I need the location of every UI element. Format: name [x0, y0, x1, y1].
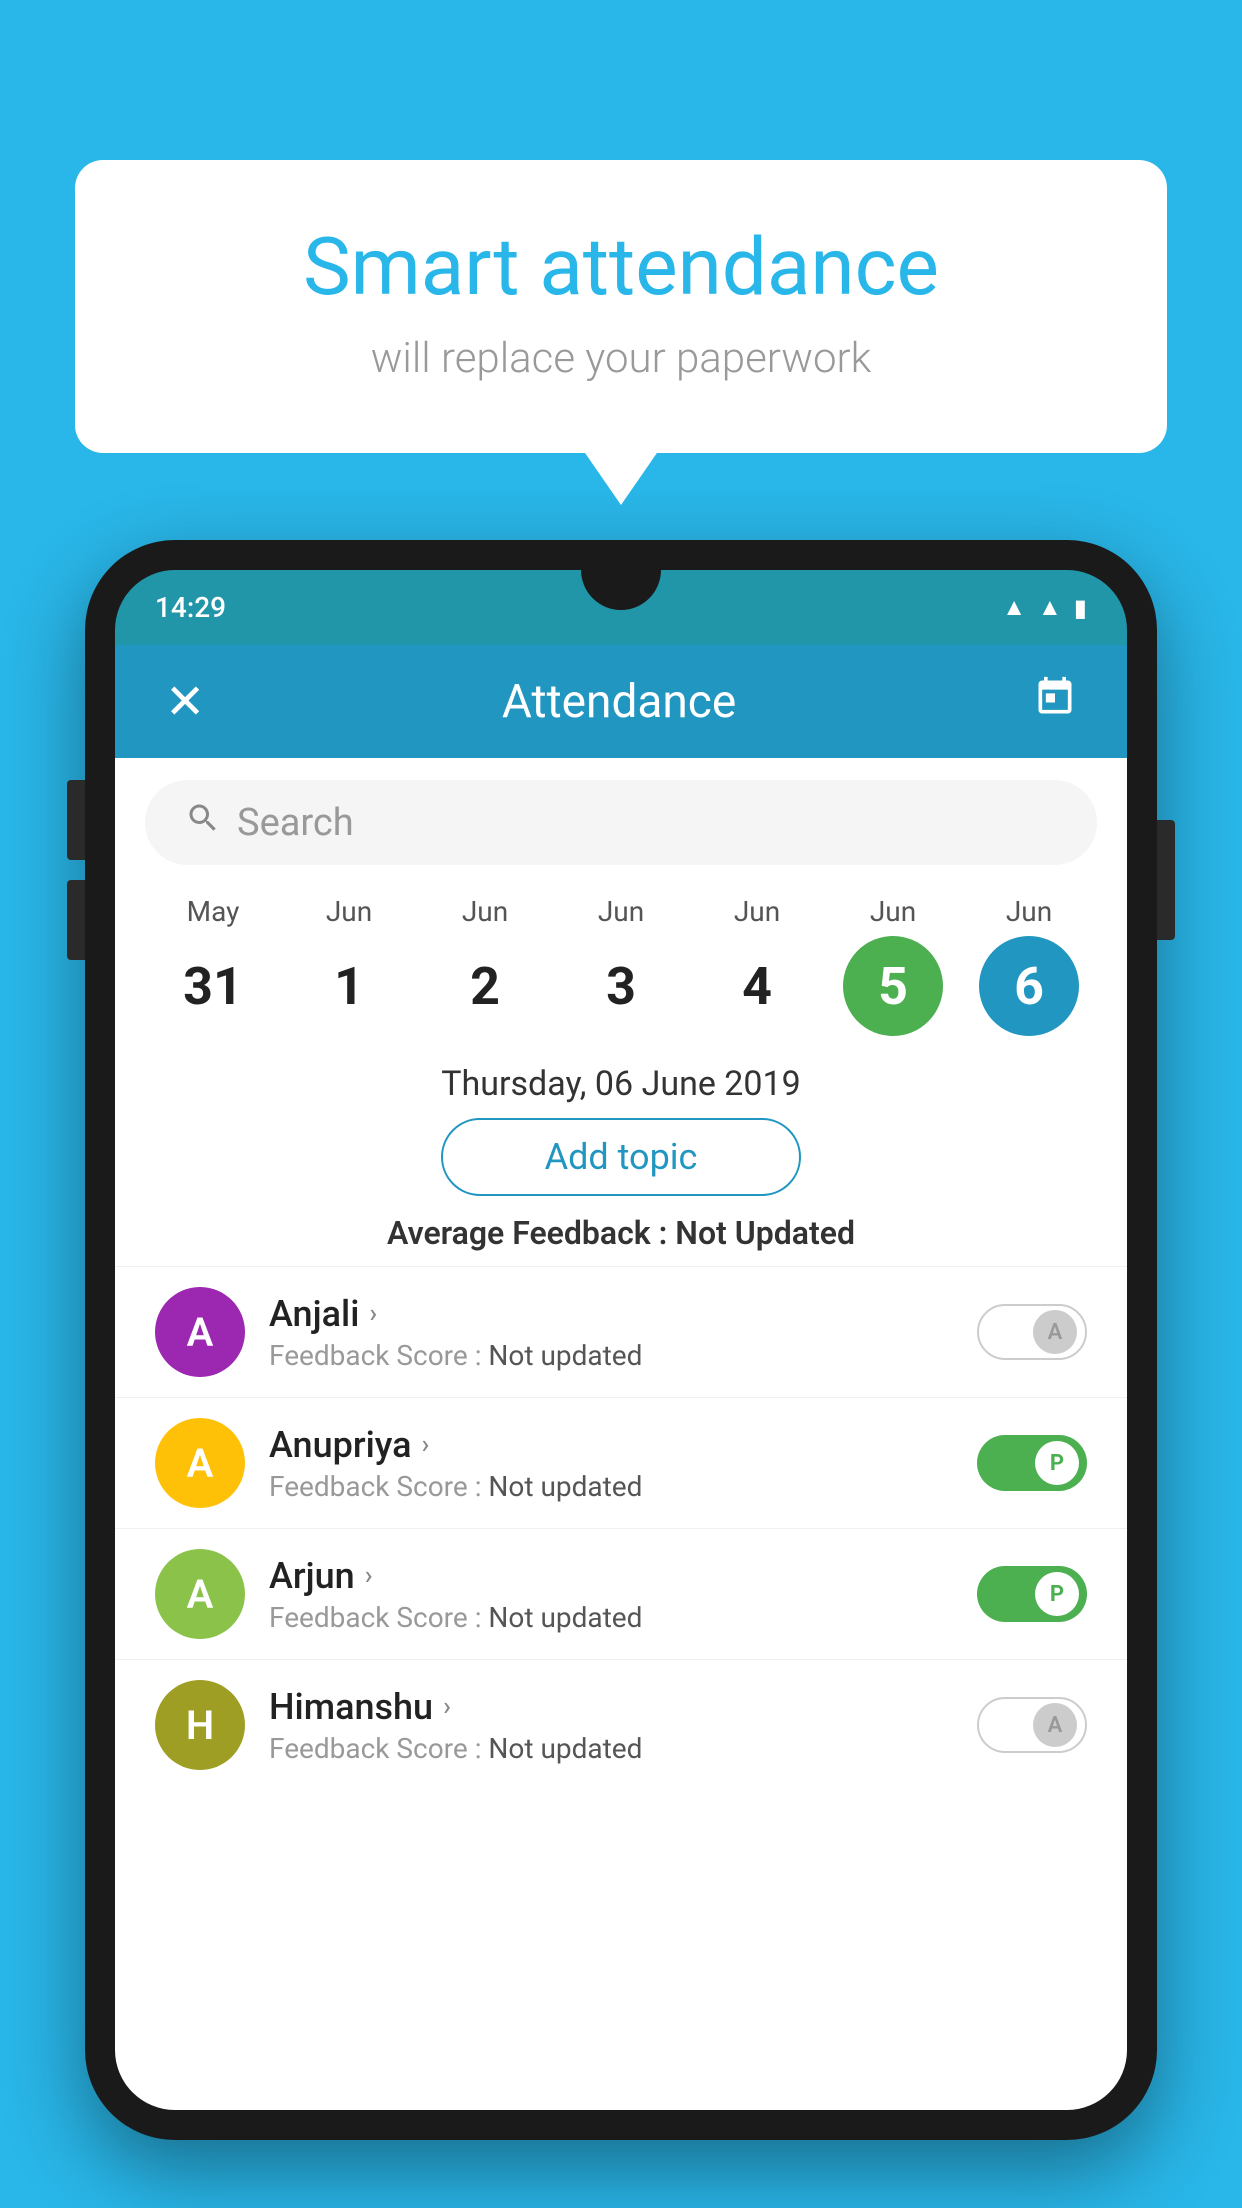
- student-info: Anjali › Feedback Score : Not updated: [269, 1293, 953, 1372]
- speech-bubble: Smart attendance will replace your paper…: [75, 160, 1167, 453]
- attendance-toggle[interactable]: A: [977, 1304, 1087, 1360]
- add-topic-button[interactable]: Add topic: [441, 1118, 801, 1196]
- toggle-knob: P: [1035, 1441, 1079, 1485]
- average-feedback: Average Feedback : Not Updated: [115, 1214, 1127, 1252]
- status-time: 14:29: [155, 591, 226, 624]
- avatar: A: [155, 1418, 245, 1508]
- student-feedback: Feedback Score : Not updated: [269, 1601, 953, 1634]
- student-row[interactable]: A Anjali › Feedback Score : Not updated …: [115, 1266, 1127, 1397]
- cal-day-jun2[interactable]: Jun 2: [435, 895, 535, 1036]
- app-screen: ✕ Attendance Search: [115, 645, 1127, 2110]
- student-feedback: Feedback Score : Not updated: [269, 1470, 953, 1503]
- student-row[interactable]: H Himanshu › Feedback Score : Not update…: [115, 1659, 1127, 1790]
- search-bar[interactable]: Search: [145, 780, 1097, 865]
- toggle-knob: A: [1033, 1703, 1077, 1747]
- toggle-knob: P: [1035, 1572, 1079, 1616]
- signal-icon: ▲: [1038, 593, 1062, 622]
- avatar: A: [155, 1287, 245, 1377]
- search-placeholder: Search: [237, 801, 354, 845]
- notch: [581, 570, 661, 610]
- app-header: ✕ Attendance: [115, 645, 1127, 758]
- cal-day-jun3[interactable]: Jun 3: [571, 895, 671, 1036]
- student-feedback: Feedback Score : Not updated: [269, 1732, 953, 1765]
- wifi-icon: ▲: [1002, 593, 1026, 622]
- selected-date-label: Thursday, 06 June 2019: [115, 1046, 1127, 1118]
- search-icon: [185, 800, 221, 845]
- attendance-toggle[interactable]: P: [977, 1566, 1087, 1622]
- avatar: H: [155, 1680, 245, 1770]
- chevron-right-icon: ›: [443, 1692, 451, 1722]
- battery-icon: ▮: [1074, 594, 1087, 622]
- student-row[interactable]: A Anupriya › Feedback Score : Not update…: [115, 1397, 1127, 1528]
- cal-day-jun6[interactable]: Jun 6: [979, 895, 1079, 1036]
- calendar-strip: May 31 Jun 1 Jun 2 Jun 3 Jun 4: [115, 875, 1127, 1046]
- student-row[interactable]: A Arjun › Feedback Score : Not updated P: [115, 1528, 1127, 1659]
- student-name: Anupriya ›: [269, 1424, 953, 1466]
- avatar: A: [155, 1549, 245, 1639]
- phone-frame: 14:29 ▲ ▲ ▮ ✕ Attendance: [85, 540, 1157, 2140]
- cal-day-may31[interactable]: May 31: [163, 895, 263, 1036]
- chevron-right-icon: ›: [422, 1430, 430, 1460]
- power-button[interactable]: [1157, 820, 1175, 940]
- chevron-right-icon: ›: [369, 1299, 377, 1329]
- cal-day-jun5[interactable]: Jun 5: [843, 895, 943, 1036]
- student-name: Anjali ›: [269, 1293, 953, 1335]
- attendance-toggle[interactable]: P: [977, 1435, 1087, 1491]
- cal-day-jun4[interactable]: Jun 4: [707, 895, 807, 1036]
- bubble-title: Smart attendance: [155, 220, 1087, 314]
- student-info: Arjun › Feedback Score : Not updated: [269, 1555, 953, 1634]
- chevron-right-icon: ›: [365, 1561, 373, 1591]
- cal-day-jun1[interactable]: Jun 1: [299, 895, 399, 1036]
- student-name: Arjun ›: [269, 1555, 953, 1597]
- student-info: Anupriya › Feedback Score : Not updated: [269, 1424, 953, 1503]
- calendar-icon[interactable]: [1033, 675, 1077, 729]
- student-list: A Anjali › Feedback Score : Not updated …: [115, 1266, 1127, 1790]
- attendance-toggle[interactable]: A: [977, 1697, 1087, 1753]
- bubble-subtitle: will replace your paperwork: [155, 334, 1087, 383]
- phone-container: 14:29 ▲ ▲ ▮ ✕ Attendance: [85, 540, 1157, 2208]
- student-name: Himanshu ›: [269, 1686, 953, 1728]
- student-info: Himanshu › Feedback Score : Not updated: [269, 1686, 953, 1765]
- app-title: Attendance: [502, 675, 736, 729]
- status-icons: ▲ ▲ ▮: [1002, 593, 1087, 622]
- student-feedback: Feedback Score : Not updated: [269, 1339, 953, 1372]
- volume-up-button[interactable]: [67, 780, 85, 860]
- status-bar: 14:29 ▲ ▲ ▮: [115, 570, 1127, 645]
- volume-down-button[interactable]: [67, 880, 85, 960]
- toggle-knob: A: [1033, 1310, 1077, 1354]
- close-button[interactable]: ✕: [165, 673, 205, 730]
